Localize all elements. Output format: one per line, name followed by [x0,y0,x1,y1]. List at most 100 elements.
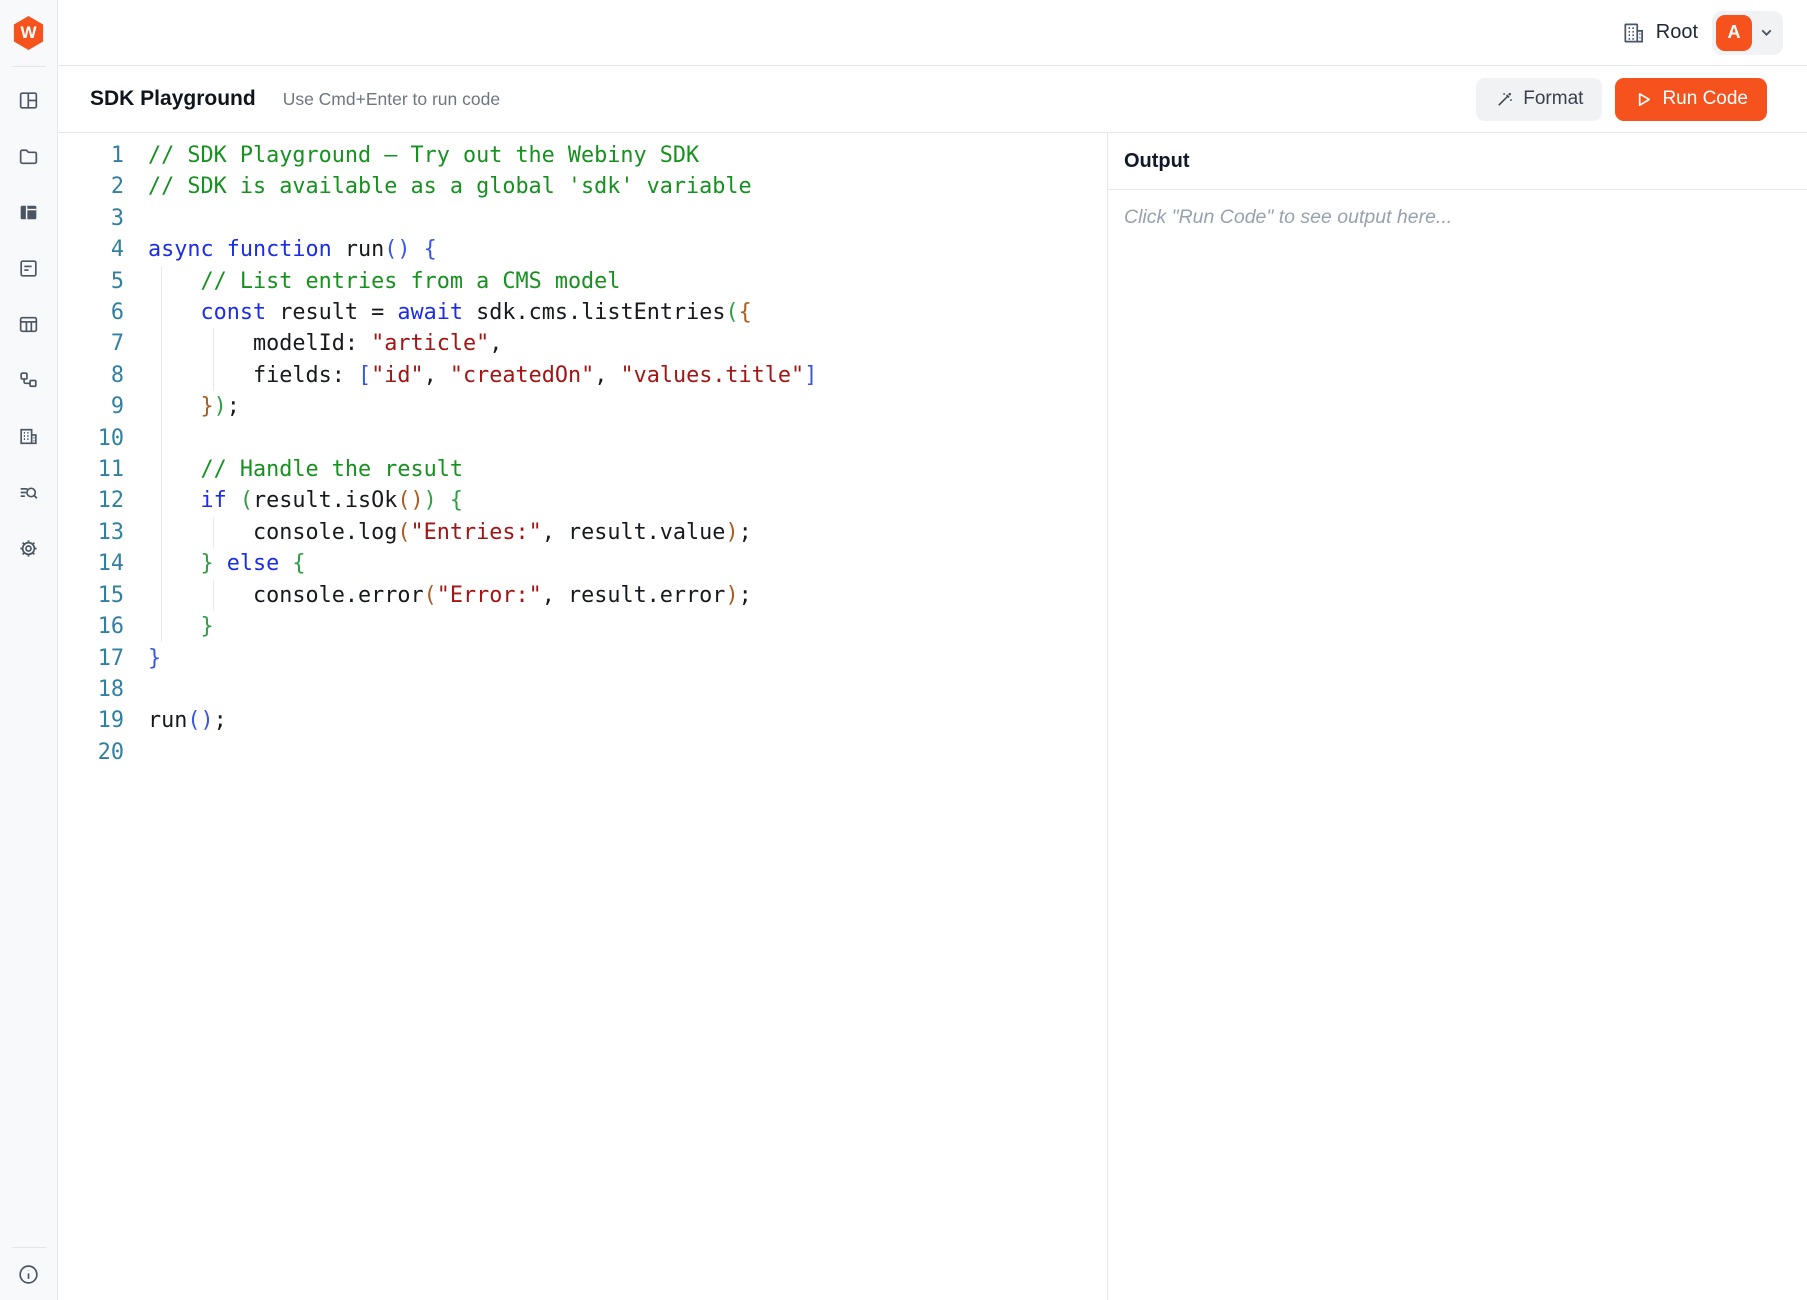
code-token: if [201,488,227,513]
code-line[interactable]: console.error("Error:", result.error); [138,580,1107,611]
code-token [279,551,292,576]
code-token: modelId: [148,331,371,356]
line-number: 9 [58,391,124,422]
code-token: ( [397,520,410,545]
code-token: [ [358,363,371,388]
format-button-label: Format [1523,88,1583,110]
avatar: A [1716,15,1752,51]
code-token [214,551,227,576]
code-token: ) [214,394,227,419]
code-line[interactable]: } [138,611,1107,642]
line-number: 14 [58,548,124,579]
code-token [148,551,201,576]
code-token: run [148,708,187,733]
code-line[interactable]: // Handle the result [138,454,1107,485]
play-icon [1634,90,1653,109]
sidebar-item-search-icon[interactable] [17,480,41,504]
sidebar: W [0,0,58,1300]
line-number: 2 [58,171,124,202]
code-token: // SDK is available as a global 'sdk' va… [148,174,752,199]
code-token: run [332,237,385,262]
line-number: 13 [58,517,124,548]
tenant-label: Root [1656,21,1698,44]
page-title: SDK Playground [90,87,256,111]
code-line[interactable] [138,423,1107,454]
building-icon [1621,20,1647,46]
info-icon[interactable] [17,1262,41,1286]
code-token: "values.title" [620,363,804,388]
code-line[interactable]: run(); [138,705,1107,736]
code-token: "Entries:" [410,520,541,545]
code-line[interactable]: if (result.isOk()) { [138,485,1107,516]
run-code-button[interactable]: Run Code [1615,78,1767,121]
code-token: // Handle the result [201,457,463,482]
main-content: 1234567891011121314151617181920 // SDK P… [58,133,1807,1300]
sidebar-item-building-icon[interactable] [17,424,41,448]
sidebar-item-window-icon[interactable] [17,200,41,224]
sidebar-item-workflow-icon[interactable] [17,368,41,392]
code-token: ; [227,394,240,419]
header-actions: Format Run Code [1476,78,1767,121]
code-token: console.log [148,520,397,545]
line-number: 20 [58,737,124,768]
code-token: , [594,363,620,388]
code-line[interactable]: // SDK is available as a global 'sdk' va… [138,171,1107,202]
sidebar-item-table-icon[interactable] [17,312,41,336]
topbar: Root A [58,0,1807,66]
sidebar-divider [12,1247,46,1248]
code-token: } [201,614,214,639]
code-token: "Error:" [437,583,542,608]
code-line[interactable]: } else { [138,548,1107,579]
code-token: { [739,300,752,325]
code-editor[interactable]: 1234567891011121314151617181920 // SDK P… [58,133,1108,1300]
code-token: } [201,551,214,576]
code-token [227,488,240,513]
output-placeholder: Click "Run Code" to see output here... [1124,206,1452,228]
code-token: "article" [371,331,489,356]
code-token: ; [739,583,752,608]
code-line[interactable]: console.log("Entries:", result.value); [138,517,1107,548]
code-token [148,394,201,419]
webiny-logo[interactable]: W [0,0,57,66]
code-token: ) [725,583,738,608]
code-line[interactable] [138,737,1107,768]
magic-wand-icon [1495,90,1514,109]
code-token: ; [739,520,752,545]
output-title: Output [1124,150,1190,173]
line-number: 19 [58,705,124,736]
app-window: W Root A [0,0,1807,1300]
code-line[interactable]: }); [138,391,1107,422]
account-menu[interactable]: A [1712,11,1783,55]
chevron-down-icon [1758,24,1775,41]
code-line[interactable]: modelId: "article", [138,328,1107,359]
code-token: fields: [148,363,358,388]
code-line[interactable] [138,674,1107,705]
sidebar-item-gear-icon[interactable] [17,536,41,560]
sidebar-item-layout-icon[interactable] [17,88,41,112]
code-line[interactable]: async function run() { [138,234,1107,265]
code-token: () [187,708,213,733]
code-token: ( [424,583,437,608]
editor-code-area[interactable]: // SDK Playground — Try out the Webiny S… [138,133,1107,1300]
format-button[interactable]: Format [1476,78,1602,121]
output-header: Output [1108,133,1807,190]
code-token: , result.error [542,583,726,608]
page-header: SDK Playground Use Cmd+Enter to run code… [58,66,1807,133]
code-line[interactable]: // List entries from a CMS model [138,266,1107,297]
code-line[interactable]: fields: ["id", "createdOn", "values.titl… [138,360,1107,391]
code-line[interactable]: // SDK Playground — Try out the Webiny S… [138,140,1107,171]
code-token: } [201,394,214,419]
code-line[interactable]: } [138,643,1107,674]
line-number: 1 [58,140,124,171]
sidebar-item-folder-icon[interactable] [17,144,41,168]
webiny-logo-icon: W [12,16,46,50]
line-number: 7 [58,328,124,359]
code-line[interactable]: const result = await sdk.cms.listEntries… [138,297,1107,328]
sidebar-item-form-icon[interactable] [17,256,41,280]
code-token [148,457,201,482]
code-line[interactable] [138,203,1107,234]
line-number: 10 [58,423,124,454]
line-number: 15 [58,580,124,611]
tenant-selector[interactable]: Root [1621,20,1698,46]
code-token: ( [725,300,738,325]
